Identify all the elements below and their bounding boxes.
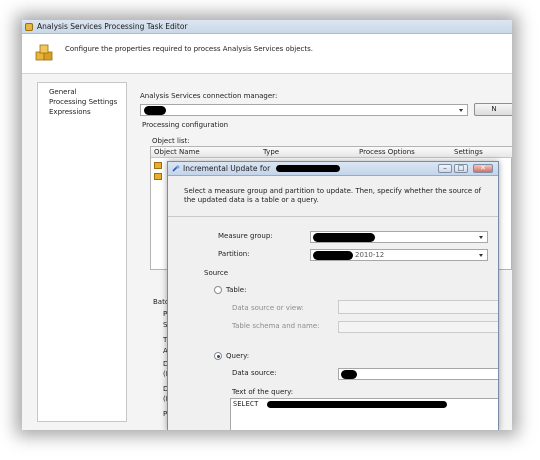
redacted-connection-name — [144, 106, 166, 115]
cube-object-icon — [154, 173, 162, 180]
connection-manager-select[interactable] — [140, 104, 468, 116]
sidebar-item-general[interactable]: General — [49, 88, 77, 96]
new-connection-button[interactable]: N — [474, 103, 512, 116]
processing-configuration-label: Processing configuration — [142, 121, 229, 129]
dialog-instructions: Select a measure group and partition to … — [184, 187, 482, 204]
editor-window-frame: Analysis Services Processing Task Editor… — [22, 20, 512, 430]
measure-group-select[interactable] — [310, 231, 488, 243]
data-source-select[interactable] — [338, 368, 499, 380]
data-source-label: Data source: — [232, 369, 277, 377]
query-text: SELECT — [233, 400, 259, 408]
object-list-label: Object list: — [152, 137, 190, 145]
redacted-partition-name — [313, 251, 353, 260]
partition-select[interactable]: 2010-12 — [310, 249, 488, 261]
query-text-label: Text of the query: — [232, 388, 294, 396]
sidebar-item-expressions[interactable]: Expressions — [49, 108, 91, 116]
minimize-icon[interactable]: – — [438, 164, 452, 173]
editor-title-bar[interactable]: Analysis Services Processing Task Editor — [22, 20, 512, 34]
incremental-update-dialog: Incremental Update for – □ ✕ Select a me… — [167, 161, 499, 430]
dialog-link-icon — [172, 165, 180, 172]
query-radio[interactable] — [214, 352, 222, 360]
query-option-label[interactable]: Query: — [226, 352, 249, 360]
data-source-or-view-select[interactable] — [338, 300, 499, 314]
dialog-title-prefix: Incremental Update for — [183, 164, 271, 173]
connection-manager-label: Analysis Services connection manager: — [140, 92, 278, 100]
dialog-title-bar[interactable]: Incremental Update for – □ ✕ — [168, 162, 498, 176]
redacted-data-source — [341, 370, 357, 379]
table-schema-select[interactable] — [338, 321, 499, 333]
column-object-name[interactable]: Object Name — [154, 148, 200, 156]
sidebar-item-processing-settings[interactable]: Processing Settings — [49, 98, 117, 106]
query-text-area[interactable]: SELECT — [230, 398, 498, 430]
editor-sidebar: General Processing Settings Expressions — [37, 82, 127, 422]
chevron-down-icon — [478, 234, 485, 241]
measure-group-label: Measure group: — [218, 232, 273, 240]
chevron-down-icon — [498, 324, 499, 331]
table-schema-label: Table schema and name: — [232, 322, 320, 330]
partition-value: 2010-12 — [355, 251, 385, 259]
dialog-body: Select a measure group and partition to … — [168, 176, 498, 430]
table-radio[interactable] — [214, 286, 222, 294]
cubes-icon — [35, 44, 53, 61]
dialog-divider — [168, 216, 498, 217]
redacted-query-text — [267, 401, 447, 408]
editor-window-title: Analysis Services Processing Task Editor — [37, 22, 188, 31]
close-icon[interactable]: ✕ — [473, 164, 493, 173]
partition-label: Partition: — [218, 250, 250, 258]
maximize-icon[interactable]: □ — [454, 164, 468, 173]
column-type[interactable]: Type — [263, 148, 279, 156]
dialog-title: Incremental Update for — [183, 164, 270, 173]
table-option-label[interactable]: Table: — [226, 286, 246, 294]
chevron-down-icon — [498, 371, 499, 378]
redacted-object-name — [276, 165, 340, 172]
chevron-down-icon — [458, 107, 465, 114]
ssis-task-icon — [25, 23, 33, 31]
source-group-label: Source — [204, 269, 229, 277]
column-process-options[interactable]: Process Options — [359, 148, 415, 156]
cube-object-icon — [154, 162, 162, 169]
editor-description: Configure the properties required to pro… — [65, 45, 313, 53]
redacted-measure-group — [313, 233, 375, 242]
column-settings[interactable]: Settings — [454, 148, 483, 156]
chevron-down-icon — [498, 304, 499, 311]
data-source-or-view-label: Data source or view: — [232, 304, 304, 312]
chevron-down-icon — [478, 252, 485, 259]
object-list-header: Object Name Type Process Options Setting… — [151, 147, 512, 158]
editor-header: Configure the properties required to pro… — [22, 34, 512, 74]
